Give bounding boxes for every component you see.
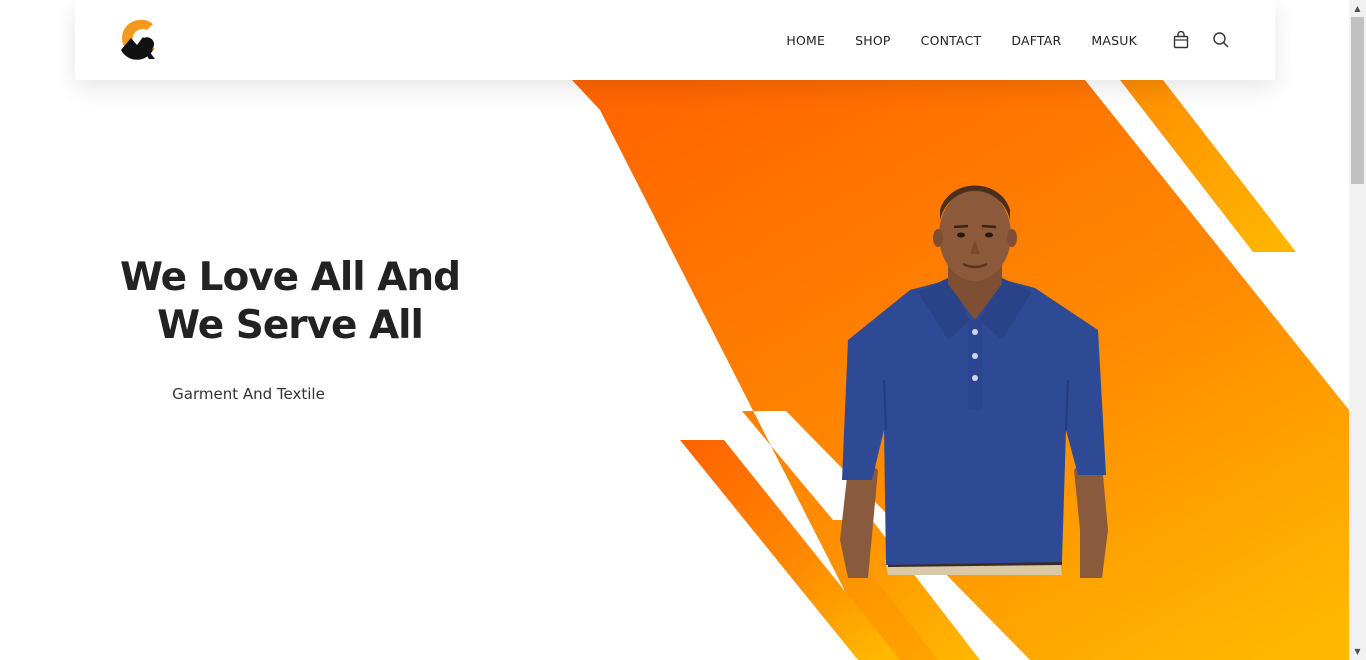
nav-home-link[interactable]: HOME <box>786 33 825 48</box>
nav-daftar-link[interactable]: DAFTAR <box>1011 33 1061 48</box>
top-navbar: HOME SHOP CONTACT DAFTAR MASUK <box>75 0 1275 80</box>
search-icon[interactable] <box>1211 30 1231 50</box>
brand-logo-icon[interactable] <box>119 18 159 62</box>
hero-subtitle: Garment And Textile <box>172 385 325 403</box>
scroll-down-arrow-icon[interactable]: ▼ <box>1349 643 1366 660</box>
scroll-up-arrow-icon[interactable]: ▲ <box>1349 0 1366 17</box>
scrollbar-thumb[interactable] <box>1351 17 1364 184</box>
nav-shop-link[interactable]: SHOP <box>855 33 891 48</box>
hero-model-image <box>840 185 1108 578</box>
nav-contact-link[interactable]: CONTACT <box>921 33 982 48</box>
hero-headline: We Love All And We Serve All <box>100 254 480 350</box>
hero-headline-line2: We Serve All <box>157 303 424 348</box>
vertical-scrollbar[interactable]: ▲ ▼ <box>1349 0 1366 660</box>
hero-headline-line1: We Love All And <box>119 255 461 300</box>
shopping-bag-icon[interactable] <box>1171 30 1191 50</box>
nav-links: HOME SHOP CONTACT DAFTAR MASUK <box>786 0 1275 80</box>
nav-masuk-link[interactable]: MASUK <box>1091 33 1137 48</box>
page: HOME SHOP CONTACT DAFTAR MASUK We Love A… <box>0 0 1349 660</box>
